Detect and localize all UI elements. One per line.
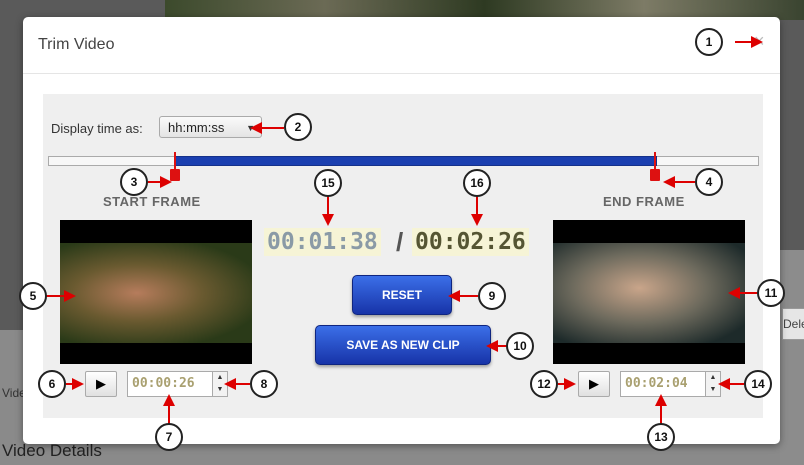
callout-arrow [168, 404, 170, 424]
callout-arrow-tip [64, 290, 76, 302]
callout-1: 1 [695, 28, 723, 56]
callout-arrow [236, 383, 250, 385]
callout-arrow [730, 383, 744, 385]
callout-arrow [660, 404, 662, 424]
callout-arrow-tip [564, 378, 576, 390]
start-time-field[interactable]: 00:00:26 ▲ ▼ [127, 371, 228, 397]
callout-4: 4 [695, 168, 723, 196]
callout-2: 2 [284, 113, 312, 141]
start-frame-label: START FRAME [103, 194, 201, 209]
start-frame-image [60, 243, 252, 343]
background-side-panel [780, 250, 804, 465]
start-time-value: 00:00:26 [132, 376, 195, 391]
start-handle-line [174, 152, 176, 170]
callout-10: 10 [506, 332, 534, 360]
callout-13: 13 [647, 423, 675, 451]
callout-arrow-tip [663, 176, 675, 188]
total-time-display: 00:02:26 [412, 228, 529, 256]
play-icon: ▶ [589, 376, 599, 391]
background-details-heading: Video Details [2, 441, 102, 460]
start-play-button[interactable]: ▶ [85, 371, 117, 397]
callout-arrow-tip [72, 378, 84, 390]
end-time-value: 00:02:04 [625, 376, 688, 391]
end-frame-label: END FRAME [603, 194, 685, 209]
callout-arrow [327, 196, 329, 216]
start-frame-preview [60, 220, 252, 364]
callout-9: 9 [478, 282, 506, 310]
callout-arrow [735, 41, 751, 43]
end-frame-handle[interactable] [650, 169, 660, 181]
callout-arrow [675, 181, 695, 183]
callout-arrow-tip [322, 214, 334, 226]
callout-12: 12 [530, 370, 558, 398]
current-time-display: 00:01:38 [264, 228, 381, 256]
callout-arrow [460, 295, 478, 297]
save-as-new-clip-button[interactable]: SAVE AS NEW CLIP [315, 325, 491, 365]
time-separator: / [396, 227, 404, 257]
end-handle-line [654, 152, 656, 170]
callout-arrow-tip [160, 176, 172, 188]
play-icon: ▶ [96, 376, 106, 391]
callout-arrow-tip [448, 290, 460, 302]
callout-6: 6 [38, 370, 66, 398]
end-play-button[interactable]: ▶ [578, 371, 610, 397]
callout-arrow [46, 295, 66, 297]
callout-arrow-tip [224, 378, 236, 390]
callout-arrow-tip [718, 378, 730, 390]
callout-3: 3 [120, 168, 148, 196]
trim-video-dialog: Trim Video × Display time as: hh:mm:ss ▼ … [23, 17, 780, 444]
dialog-title: Trim Video [38, 36, 115, 53]
callout-arrow [476, 196, 478, 216]
reset-button[interactable]: RESET [352, 275, 452, 315]
header-divider [23, 73, 780, 74]
callout-14: 14 [744, 370, 772, 398]
callout-arrow [740, 292, 758, 294]
callout-7: 7 [155, 423, 183, 451]
display-time-label: Display time as: [51, 121, 143, 136]
callout-arrow [262, 127, 284, 129]
callout-arrow-tip [728, 287, 740, 299]
time-format-select[interactable]: hh:mm:ss ▼ [159, 116, 262, 138]
end-frame-preview [553, 220, 745, 364]
background-delete-button: Delet [782, 308, 804, 340]
callout-arrow-tip [471, 214, 483, 226]
end-frame-image [553, 243, 745, 343]
callout-arrow-tip [751, 36, 763, 48]
callout-arrow-tip [250, 122, 262, 134]
callout-16: 16 [463, 169, 491, 197]
end-time-field[interactable]: 00:02:04 ▲ ▼ [620, 371, 721, 397]
callout-arrow-tip [486, 340, 498, 352]
trim-panel: Display time as: hh:mm:ss ▼ START FRAME E… [43, 94, 763, 418]
callout-15: 15 [314, 169, 342, 197]
callout-8: 8 [250, 370, 278, 398]
trim-slider-range [175, 156, 657, 166]
callout-11: 11 [757, 279, 785, 307]
callout-arrow-tip [655, 394, 667, 406]
callout-arrow-tip [163, 394, 175, 406]
callout-5: 5 [19, 282, 47, 310]
